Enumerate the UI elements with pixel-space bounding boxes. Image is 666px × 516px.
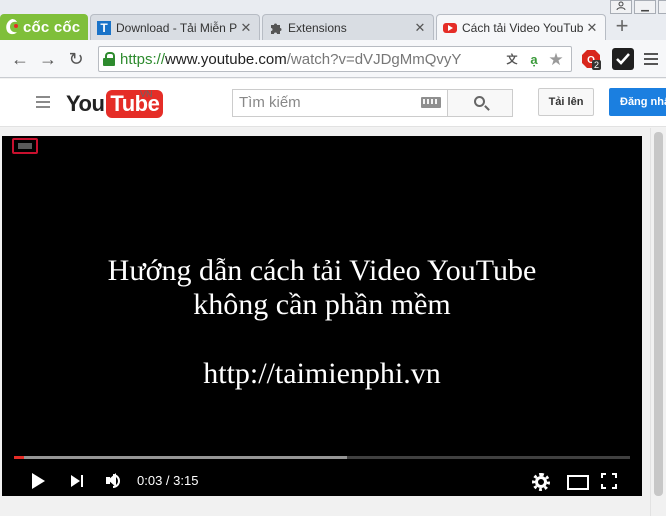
- played-progress: [14, 456, 24, 459]
- browser-toolbar: ← → ↻ https://www.youtube.com/watch?v=dV…: [0, 40, 666, 78]
- video-title-line-2: không cần phần mềm: [193, 288, 451, 321]
- channel-watermark-icon: [12, 138, 38, 154]
- tab-extensions[interactable]: Extensions ✕: [262, 14, 434, 40]
- fullscreen-icon[interactable]: [600, 470, 618, 492]
- settings-gear-icon[interactable]: [530, 470, 550, 492]
- coccoc-menu-button[interactable]: cốc cốc: [0, 14, 88, 40]
- taimienphi-favicon-icon: T: [97, 20, 111, 35]
- keyboard-icon[interactable]: [421, 97, 441, 108]
- theater-mode-icon[interactable]: [566, 470, 589, 492]
- search-icon: [474, 96, 485, 107]
- back-arrow-icon[interactable]: ←: [10, 49, 30, 69]
- youtube-favicon-icon: [443, 22, 457, 33]
- translate-icon[interactable]: 文: [503, 51, 521, 69]
- upload-button[interactable]: Tải lên: [538, 88, 594, 116]
- page-scrollbar[interactable]: [650, 128, 666, 516]
- coccoc-logo-text: cốc cốc: [23, 18, 81, 36]
- puzzle-icon: [269, 21, 283, 35]
- youtube-header: You Tube VN Tìm kiếm Tải lên Đăng nhập: [0, 79, 666, 127]
- tab-title: Extensions: [288, 20, 347, 35]
- url-scheme: https://: [120, 50, 166, 68]
- maximize-icon[interactable]: [658, 0, 666, 14]
- minimize-icon[interactable]: ▁: [634, 0, 656, 14]
- video-title-overlay: Hướng dẫn cách tải Video YouTube không c…: [2, 254, 642, 322]
- tab-strip: cốc cốc T Download - Tải Miễn P ✕ Extens…: [0, 0, 666, 40]
- play-icon[interactable]: [30, 470, 46, 492]
- tab-title: Cách tải Video YouTub: [462, 20, 584, 35]
- video-title-line-1: Hướng dẫn cách tải Video YouTube: [107, 254, 537, 287]
- adblock-extension-icon[interactable]: O 2: [580, 48, 602, 70]
- scrollbar-thumb[interactable]: [654, 132, 663, 496]
- time-display: 0:03 / 3:15: [137, 473, 199, 488]
- address-bar[interactable]: https://www.youtube.com/watch?v=dVJDgMmQ…: [98, 46, 572, 72]
- reload-icon[interactable]: ↻: [66, 49, 86, 69]
- logo-you-text: You: [66, 91, 105, 116]
- watch-page: Hướng dẫn cách tải Video YouTube không c…: [0, 128, 666, 516]
- guide-menu-icon[interactable]: [36, 96, 50, 108]
- tab-download[interactable]: T Download - Tải Miễn P ✕: [90, 14, 260, 40]
- tab-youtube[interactable]: Cách tải Video YouTub ✕: [436, 14, 606, 40]
- tab-close-icon[interactable]: ✕: [585, 20, 599, 36]
- logo-tube-text: Tube: [106, 90, 164, 118]
- url-host: www.youtube.com: [165, 50, 287, 68]
- extension-badge: 2: [592, 60, 602, 70]
- browser-window: cốc cốc T Download - Tải Miễn P ✕ Extens…: [0, 0, 666, 516]
- region-label: VN: [140, 89, 153, 99]
- search-input[interactable]: Tìm kiếm: [232, 89, 448, 117]
- tab-close-icon[interactable]: ✕: [239, 20, 253, 36]
- profile-icon[interactable]: [610, 0, 632, 14]
- next-video-icon[interactable]: [70, 470, 86, 492]
- progress-bar[interactable]: [14, 456, 630, 459]
- forward-arrow-icon[interactable]: →: [38, 49, 58, 69]
- secure-lock-icon: [103, 52, 115, 66]
- checkmark-extension-icon[interactable]: [612, 48, 634, 70]
- vietnamese-input-icon[interactable]: ạ: [525, 51, 543, 69]
- buffered-progress: [14, 456, 347, 459]
- url-text[interactable]: https://www.youtube.com/watch?v=dVJDgMmQ…: [120, 51, 461, 68]
- coccoc-logo-icon: [4, 18, 20, 36]
- new-tab-button[interactable]: +: [608, 14, 636, 40]
- search-button[interactable]: [447, 89, 513, 117]
- tab-close-icon[interactable]: ✕: [413, 20, 427, 36]
- video-url-overlay: http://taimienphi.vn: [203, 357, 441, 390]
- url-path: /watch?v=dVJDgMmQvyY: [286, 50, 462, 68]
- sign-in-button[interactable]: Đăng nhập: [609, 88, 666, 116]
- bookmark-star-icon[interactable]: ★: [547, 51, 565, 69]
- tab-title: Download - Tải Miễn P: [116, 20, 238, 35]
- video-player[interactable]: Hướng dẫn cách tải Video YouTube không c…: [2, 136, 642, 496]
- menu-hamburger-icon[interactable]: [642, 48, 662, 70]
